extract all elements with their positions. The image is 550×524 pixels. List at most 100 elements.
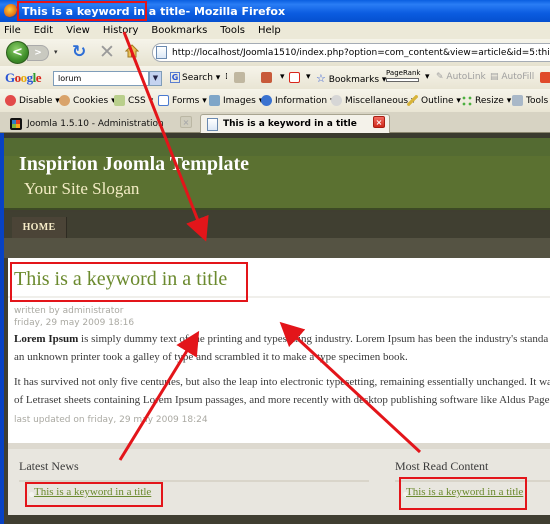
wd-label: Resize — [475, 96, 504, 106]
google-search-dropdown[interactable]: ▼ — [149, 71, 162, 86]
bold-phrase: Lorem Ipsum — [14, 333, 79, 345]
cookies-icon — [59, 95, 70, 106]
wd-outline[interactable]: Outline ▾ — [407, 95, 461, 106]
google-logo[interactable]: Google — [5, 70, 42, 86]
web-page: Inspirion Joomla Template Your Site Slog… — [4, 133, 550, 524]
wd-disable[interactable]: Disable ▾ — [5, 95, 60, 106]
article-title: This is a keyword in a title — [14, 268, 228, 290]
wd-label: Tools — [526, 96, 549, 106]
url-text: http://localhost/Joomla1510/index.php?op… — [172, 47, 550, 58]
close-tab-icon[interactable]: × — [373, 116, 385, 128]
forms-icon — [158, 95, 169, 106]
most-read-link[interactable]: This is a keyword in a title — [406, 486, 523, 498]
information-icon — [261, 95, 272, 106]
paragraph-text: is simply dummy text of the printing and… — [78, 333, 549, 345]
google-search-input[interactable]: lorum — [53, 71, 149, 86]
news-icon[interactable] — [234, 72, 248, 83]
window-title-keyword: This is a keyword in a title — [22, 4, 186, 18]
puzzle-icon[interactable] — [261, 72, 275, 83]
menu-view[interactable]: View — [66, 25, 90, 36]
wd-label: Images — [223, 96, 256, 106]
main-nav: HOME — [4, 212, 550, 239]
tab-keyword-title[interactable]: This is a keyword in a title — [200, 114, 390, 133]
menu-bookmarks[interactable]: Bookmarks — [151, 25, 207, 36]
navigation-toolbar: > < ▾ ↻ ✕ http://localhost/Joomla1510/in… — [0, 39, 550, 66]
site-title[interactable]: Inspirion Joomla Template — [19, 153, 249, 176]
tab-label: Joomla 1.5.10 - Administration — [27, 118, 164, 129]
outline-pencil-icon — [407, 95, 418, 106]
gmail-icon[interactable] — [289, 72, 303, 83]
google-search-label: Search — [182, 73, 213, 83]
site-slogan: Your Site Slogan — [24, 179, 140, 198]
nav-band — [4, 238, 550, 258]
wd-label: Miscellaneous — [345, 96, 409, 106]
wd-label: Cookies — [73, 96, 109, 106]
wd-label: Outline — [421, 96, 454, 106]
wd-label: Forms — [172, 96, 200, 106]
disable-icon — [5, 95, 16, 106]
menu-help[interactable]: Help — [258, 25, 281, 36]
pagerank-indicator[interactable]: PageRank — [386, 69, 420, 82]
reload-icon[interactable]: ↻ — [72, 42, 86, 62]
article-paragraph-1: Lorem Ipsum is simply dummy text of the … — [14, 330, 548, 348]
dropdown-icon[interactable]: ▾ — [306, 72, 311, 82]
back-button[interactable]: < — [6, 41, 29, 64]
menu-edit[interactable]: Edit — [34, 25, 53, 36]
window-title-suffix: - Mozilla Firefox — [185, 4, 286, 18]
site-header: Inspirion Joomla Template Your Site Slog… — [4, 138, 550, 210]
dropdown-icon[interactable]: ▾ — [425, 72, 430, 82]
window-title-bar: This is a keyword in a title - Mozilla F… — [0, 0, 550, 22]
star-icon: ☆ — [316, 72, 326, 85]
wd-label: Disable — [19, 96, 53, 106]
autofill-button[interactable]: ▤ AutoFill — [490, 72, 534, 82]
miscellaneous-icon — [331, 95, 342, 106]
css-icon — [114, 95, 125, 106]
logo-letter: e — [35, 70, 42, 85]
pagerank-label: PageRank — [386, 69, 421, 77]
history-dropdown-icon[interactable]: ▾ — [54, 48, 58, 56]
wd-resize[interactable]: Resize ▾ — [461, 95, 511, 106]
menu-file[interactable]: File — [4, 25, 21, 36]
most-read-title: Most Read Content — [395, 459, 489, 473]
firefox-icon — [4, 4, 18, 18]
autolink-button[interactable]: ✎ AutoLink — [436, 72, 486, 82]
google-search-button[interactable]: G Search ▾ — [170, 72, 220, 83]
tab-joomla-admin[interactable]: Joomla 1.5.10 - Administration — [4, 114, 197, 133]
forward-button[interactable]: > — [27, 45, 49, 61]
wd-information[interactable]: Information ▾ — [261, 95, 335, 106]
article-paragraph-2-line-2: of Letraset sheets containing Lorem Ipsu… — [14, 394, 550, 406]
close-tab-icon[interactable]: × — [180, 116, 192, 128]
logo-letter: G — [5, 70, 15, 85]
tab-label: This is a keyword in a title — [223, 119, 357, 129]
home-icon[interactable] — [125, 44, 139, 58]
bookmarks-button[interactable]: ☆ Bookmarks ▾ — [316, 72, 386, 85]
wd-cookies[interactable]: Cookies ▾ — [59, 95, 116, 106]
latest-news-title: Latest News — [19, 459, 79, 473]
google-toolbar: Google lorum ▼ G Search ▾ ⁞ ▾ ▾ ☆ Bookmar… — [0, 66, 550, 89]
send-to-icon[interactable] — [540, 72, 550, 83]
dropdown-icon[interactable]: ▾ — [280, 72, 285, 82]
toolbar-separator-icon: ⁞ — [225, 72, 228, 82]
latest-news-link[interactable]: This is a keyword in a title — [34, 486, 151, 498]
bottom-modules: Latest News This is a keyword in a title… — [8, 443, 550, 515]
wd-forms[interactable]: Forms ▾ — [158, 95, 207, 106]
menu-tools[interactable]: Tools — [220, 25, 245, 36]
menu-bar: File Edit View History Bookmarks Tools H… — [0, 22, 550, 39]
menu-history[interactable]: History — [103, 25, 139, 36]
wd-tools[interactable]: Tools — [512, 95, 548, 106]
firefox-window: This is a keyword in a title - Mozilla F… — [0, 0, 550, 524]
wd-miscellaneous[interactable]: Miscellaneous ▾ — [331, 95, 416, 106]
nav-home-link[interactable]: HOME — [12, 217, 67, 239]
wd-label: Information — [275, 96, 328, 106]
wd-css[interactable]: CSS ▾ — [114, 95, 153, 106]
magic-wand-icon: ✎ — [436, 72, 444, 82]
autofill-icon: ▤ — [490, 72, 499, 82]
url-bar[interactable]: http://localhost/Joomla1510/index.php?op… — [152, 43, 550, 62]
wd-label: CSS — [128, 96, 146, 106]
google-g-icon: G — [170, 72, 180, 83]
wd-images[interactable]: Images ▾ — [209, 95, 263, 106]
stop-icon[interactable]: ✕ — [99, 41, 115, 63]
article-paragraph-2: It has survived not only five centuries,… — [14, 376, 550, 388]
autofill-label: AutoFill — [501, 72, 535, 82]
tab-strip: Joomla 1.5.10 - Administration × This is… — [0, 112, 550, 133]
